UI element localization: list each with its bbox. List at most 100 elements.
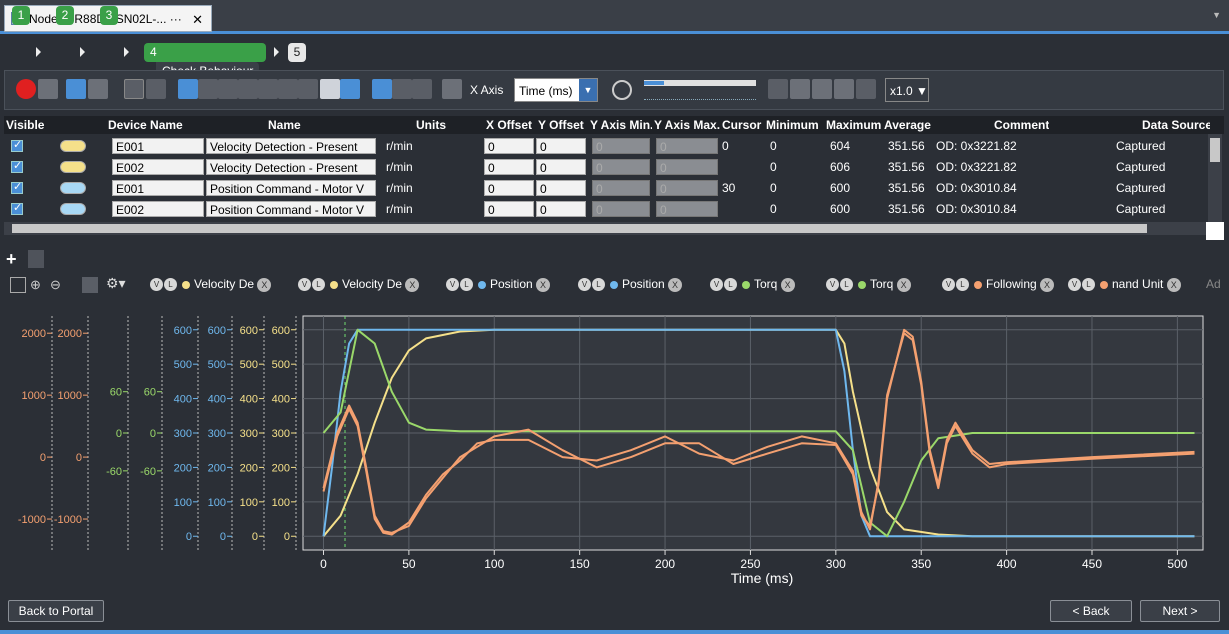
- visibility-toggle-icon[interactable]: V: [826, 278, 839, 292]
- step-1[interactable]: 1: [12, 6, 30, 25]
- stop-playback-icon[interactable]: [834, 79, 854, 99]
- series-color-swatch[interactable]: [60, 203, 86, 215]
- visibility-toggle-icon[interactable]: V: [578, 278, 591, 292]
- remove-series-icon[interactable]: X: [780, 277, 795, 292]
- header-units[interactable]: Units: [416, 118, 446, 132]
- y-offset-input[interactable]: 0: [536, 159, 586, 175]
- header-visible[interactable]: Visible: [6, 118, 44, 132]
- x-offset-input[interactable]: 0: [484, 159, 534, 175]
- name-cell[interactable]: Velocity Detection - Present: [206, 159, 376, 175]
- visibility-toggle-icon[interactable]: V: [298, 278, 311, 292]
- chart-icon[interactable]: [124, 79, 144, 99]
- trace-chart[interactable]: 200010000-1000200010000-1000600-60600-60…: [0, 300, 1229, 592]
- x-offset-input[interactable]: 0: [484, 201, 534, 217]
- step-3[interactable]: 3: [100, 6, 118, 25]
- visibility-toggle-icon[interactable]: V: [942, 278, 955, 292]
- skip-back-icon[interactable]: [768, 79, 788, 99]
- cursor-pair-icon[interactable]: [238, 79, 258, 99]
- clock-icon[interactable]: [612, 80, 632, 100]
- remove-series-icon[interactable]: X: [536, 277, 551, 292]
- lock-toggle-icon[interactable]: L: [840, 278, 853, 292]
- chart-alt-icon[interactable]: [146, 79, 166, 99]
- layout-icon[interactable]: [66, 79, 86, 99]
- header-comment[interactable]: Comment: [994, 118, 1049, 132]
- list-icon[interactable]: [88, 79, 108, 99]
- skip-forward-icon[interactable]: [856, 79, 876, 99]
- device-name-cell[interactable]: E002: [112, 201, 204, 217]
- table-horizontal-scroll-thumb[interactable]: [12, 224, 1147, 233]
- grid-view-icon[interactable]: [340, 79, 360, 99]
- legend-item[interactable]: V L Torq X: [826, 276, 938, 293]
- save-icon[interactable]: [442, 79, 462, 99]
- legend-item[interactable]: V Lnand Unit X: [1068, 276, 1198, 293]
- axis-settings-icon[interactable]: [82, 277, 98, 293]
- close-tab-icon[interactable]: ✕: [192, 6, 203, 33]
- single-chart-icon[interactable]: [372, 79, 392, 99]
- name-cell[interactable]: Position Command - Motor V: [206, 201, 376, 217]
- overlay-chart-icon[interactable]: [412, 79, 432, 99]
- next-button[interactable]: Next >: [1140, 600, 1220, 622]
- visible-checkbox[interactable]: [11, 201, 23, 215]
- legend-item[interactable]: V L Position X: [578, 276, 706, 293]
- export-icon[interactable]: [298, 79, 318, 99]
- table-row[interactable]: E002 Velocity Detection - Present r/min …: [4, 157, 1210, 177]
- step-4-current[interactable]: 4Check Behaviour: [144, 43, 266, 81]
- lock-toggle-icon[interactable]: L: [164, 278, 177, 292]
- remove-series-icon[interactable]: X: [1040, 277, 1055, 292]
- header-data-source[interactable]: Data Source: [1142, 118, 1210, 132]
- add-icon[interactable]: +: [6, 250, 24, 268]
- device-name-cell[interactable]: E001: [112, 180, 204, 196]
- header-device-name[interactable]: Device Name: [108, 118, 183, 132]
- tab-list-dropdown-icon[interactable]: ▼: [1212, 10, 1221, 20]
- visible-checkbox[interactable]: [11, 159, 23, 173]
- remove-series-icon[interactable]: X: [1166, 277, 1181, 292]
- cursor-icon[interactable]: [218, 79, 238, 99]
- visibility-toggle-icon[interactable]: V: [1068, 278, 1081, 292]
- header-y-offset[interactable]: Y Offset: [538, 118, 588, 132]
- lock-toggle-icon[interactable]: L: [592, 278, 605, 292]
- record-icon[interactable]: [16, 79, 36, 99]
- pause-icon[interactable]: [812, 79, 832, 99]
- back-button[interactable]: < Back: [1050, 600, 1132, 622]
- name-cell[interactable]: Position Command - Motor V: [206, 180, 376, 196]
- device-name-cell[interactable]: E001: [112, 138, 204, 154]
- zoom-out-icon[interactable]: ⊖: [50, 277, 66, 293]
- back-to-portal-button[interactable]: Back to Portal: [8, 600, 104, 622]
- header-y-axis-max[interactable]: Y Axis Max.: [654, 118, 720, 132]
- delete-icon[interactable]: [28, 250, 44, 268]
- playback-range[interactable]: [644, 92, 756, 100]
- step-5[interactable]: 5: [288, 43, 306, 62]
- visible-checkbox[interactable]: [11, 180, 23, 194]
- series-color-swatch[interactable]: [60, 182, 86, 194]
- x-axis-select[interactable]: Time (ms) ▼: [514, 78, 598, 102]
- legend-more[interactable]: Ad: [1206, 276, 1221, 293]
- remove-series-icon[interactable]: X: [896, 277, 911, 292]
- name-cell[interactable]: Velocity Detection - Present: [206, 138, 376, 154]
- gear-icon[interactable]: ⚙▾: [106, 275, 130, 293]
- header-name[interactable]: Name: [268, 118, 301, 132]
- table-icon[interactable]: [178, 79, 198, 99]
- y-offset-input[interactable]: 0: [536, 201, 586, 217]
- remove-series-icon[interactable]: X: [668, 277, 683, 292]
- table-row[interactable]: E001 Position Command - Motor V r/min 0 …: [4, 178, 1210, 198]
- visibility-toggle-icon[interactable]: V: [446, 278, 459, 292]
- header-cursor[interactable]: Cursor: [722, 118, 764, 132]
- legend-item[interactable]: V L Position X: [446, 276, 574, 293]
- series-color-swatch[interactable]: [60, 161, 86, 173]
- legend-item[interactable]: V L Velocity De X: [298, 276, 444, 293]
- device-name-cell[interactable]: E002: [112, 159, 204, 175]
- x-offset-input[interactable]: 0: [484, 138, 534, 154]
- split-chart-icon[interactable]: [392, 79, 412, 99]
- y-offset-input[interactable]: 0: [536, 138, 586, 154]
- fit-icon[interactable]: [10, 277, 26, 293]
- table-row[interactable]: E002 Position Command - Motor V r/min 0 …: [4, 199, 1210, 219]
- remove-series-icon[interactable]: X: [405, 277, 420, 292]
- scale-icon[interactable]: [258, 79, 278, 99]
- header-x-offset[interactable]: X Offset: [486, 118, 538, 132]
- series-color-swatch[interactable]: [60, 140, 86, 152]
- lock-toggle-icon[interactable]: L: [956, 278, 969, 292]
- lock-toggle-icon[interactable]: L: [1082, 278, 1095, 292]
- zoom-in-icon[interactable]: ⊕: [30, 277, 46, 293]
- table-vertical-scroll-thumb[interactable]: [1210, 138, 1220, 162]
- step-2[interactable]: 2: [56, 6, 74, 25]
